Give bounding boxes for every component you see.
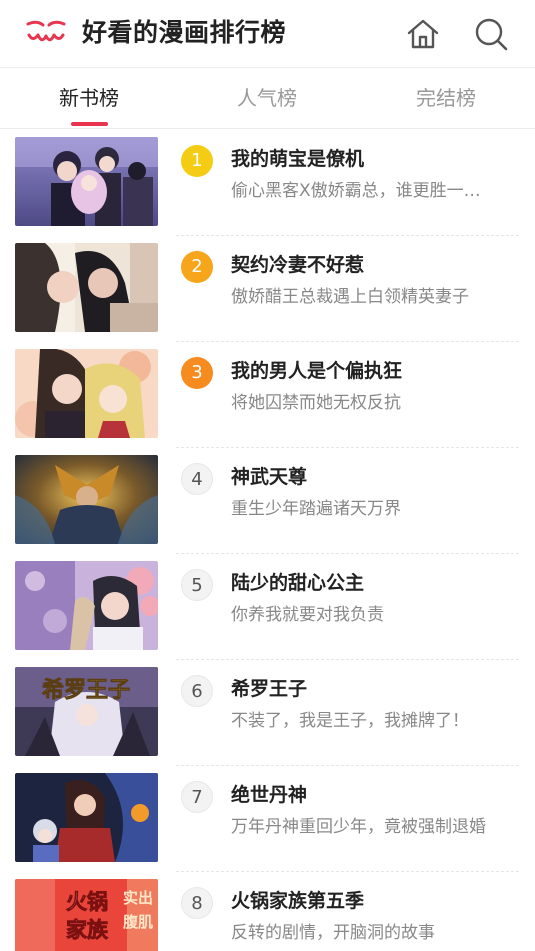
comic-cover[interactable]: 希罗王子 [15, 667, 158, 756]
comic-description: 将她囚禁而她无权反抗 [231, 393, 401, 413]
comic-description: 不装了，我是王子，我摊牌了！ [231, 711, 469, 731]
comic-title[interactable]: 我的萌宝是僚机 [231, 144, 364, 174]
svg-text:实出: 实出 [123, 889, 153, 907]
comic-cover[interactable] [15, 455, 158, 544]
svg-text:腹肌: 腹肌 [123, 913, 153, 931]
rank-badge: 1 [181, 145, 213, 177]
comic-cover[interactable] [15, 773, 158, 862]
comic-cover[interactable] [15, 137, 158, 226]
comic-title[interactable]: 绝世丹神 [231, 780, 307, 810]
rank-badge: 8 [181, 887, 213, 919]
page-title: 好看的漫画排行榜 [82, 18, 287, 47]
search-icon [475, 18, 508, 51]
comic-cover[interactable]: 火锅 家族 实出 腹肌 [15, 879, 158, 951]
svg-text:希罗王子: 希罗王子 [42, 677, 130, 703]
ranking-tabs: 新书榜 人气榜 完结榜 [0, 69, 535, 129]
cover-image [15, 349, 158, 438]
rank-badge: 3 [181, 357, 213, 389]
comic-title[interactable]: 火锅家族第五季 [231, 886, 364, 916]
comic-description: 偷心黑客X傲娇霸总，谁更胜一… [231, 181, 481, 201]
rank-badge: 7 [181, 781, 213, 813]
cover-image: 火锅 家族 实出 腹肌 [15, 879, 158, 951]
comic-description: 你养我就要对我负责 [231, 605, 384, 625]
list-item[interactable]: 2 契约冷妻不好惹 傲娇醋王总裁遇上白领精英妻子 [0, 236, 535, 342]
comic-title[interactable]: 神武天尊 [231, 462, 307, 492]
rank-badge: 6 [181, 675, 213, 707]
comic-description: 重生少年踏遍诸天万界 [231, 499, 401, 519]
comic-title[interactable]: 我的男人是个偏执狂 [231, 356, 402, 386]
cover-image: 希罗王子 [15, 667, 158, 756]
home-icon [407, 19, 439, 49]
cover-image [15, 561, 158, 650]
list-item[interactable]: 5 陆少的甜心公主 你养我就要对我负责 [0, 554, 535, 660]
active-tab-indicator [71, 122, 108, 126]
tab-popular[interactable]: 人气榜 [192, 69, 342, 129]
comic-cover[interactable] [15, 243, 158, 332]
list-item[interactable]: 1 我的萌宝是僚机 偷心黑客X傲娇霸总，谁更胜一… [0, 130, 535, 236]
comic-cover[interactable] [15, 349, 158, 438]
comic-title[interactable]: 希罗王子 [231, 674, 307, 704]
cover-image [15, 243, 158, 332]
search-button[interactable] [471, 14, 511, 54]
comic-description: 万年丹神重回少年，竟被强制退婚 [231, 817, 486, 837]
cover-image [15, 773, 158, 862]
svg-text:家族: 家族 [66, 918, 109, 942]
cover-image [15, 137, 158, 226]
app-header: 好看的漫画排行榜 [0, 0, 535, 68]
tab-completed[interactable]: 完结榜 [371, 69, 521, 129]
list-item[interactable]: 7 绝世丹神 万年丹神重回少年，竟被强制退婚 [0, 766, 535, 872]
comic-description: 傲娇醋王总裁遇上白领精英妻子 [231, 287, 469, 307]
comic-title[interactable]: 契约冷妻不好惹 [231, 250, 364, 280]
list-item[interactable]: 3 我的男人是个偏执狂 将她囚禁而她无权反抗 [0, 342, 535, 448]
comic-description: 反转的剧情，开脑洞的故事 [231, 923, 435, 943]
comic-cover[interactable] [15, 561, 158, 650]
list-item[interactable]: 火锅 家族 实出 腹肌 8 火锅家族第五季 反转的剧情，开脑洞的故事 [0, 872, 535, 951]
rank-badge: 4 [181, 463, 213, 495]
list-item[interactable]: 希罗王子 6 希罗王子 不装了，我是王子，我摊牌了！ [0, 660, 535, 766]
svg-text:火锅: 火锅 [66, 890, 108, 914]
logo-icon [26, 20, 66, 42]
tab-new-books[interactable]: 新书榜 [14, 69, 164, 129]
list-item[interactable]: 4 神武天尊 重生少年踏遍诸天万界 [0, 448, 535, 554]
home-button[interactable] [403, 14, 443, 54]
rank-badge: 5 [181, 569, 213, 601]
cover-image [15, 455, 158, 544]
comic-title[interactable]: 陆少的甜心公主 [231, 568, 364, 598]
rank-badge: 2 [181, 251, 213, 283]
